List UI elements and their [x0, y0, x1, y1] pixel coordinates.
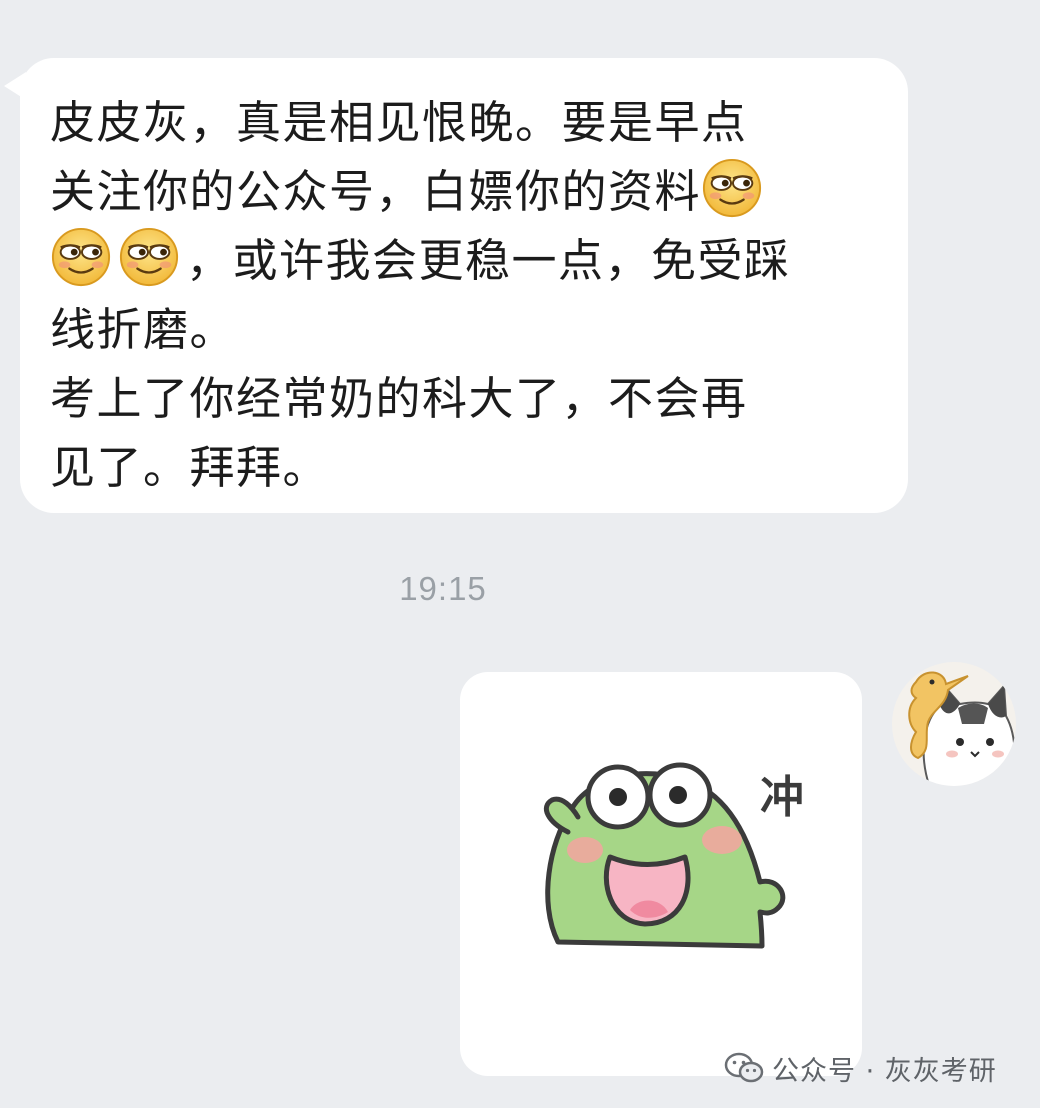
chat-window: 皮皮灰，真是相见恨晚。要是早点 关注你的公众号，白嫖你的资料 ，或许我会更稳一点… — [0, 0, 1040, 1108]
message-line: ，或许我会更稳一点，免受踩 — [186, 234, 791, 287]
cat-avatar-icon[interactable] — [888, 658, 1020, 790]
message-line: 皮皮灰，真是相见恨晚。要是早点 — [50, 96, 748, 149]
message-timestamp: 19:15 — [399, 570, 487, 607]
outgoing-sticker-bubble[interactable]: 冲 — [460, 672, 862, 1076]
watermark-text: 公众号 · 灰灰考研 — [772, 1055, 997, 1087]
watermark: 公众号 · 灰灰考研 — [724, 1046, 997, 1090]
message-line: 线折磨。 — [50, 303, 237, 356]
smirk-emoji-icon — [50, 226, 112, 288]
frog-sticker-icon: 冲 — [544, 762, 804, 949]
incoming-message-text: 皮皮灰，真是相见恨晚。要是早点 关注你的公众号，白嫖你的资料 ，或许我会更稳一点… — [50, 88, 878, 502]
wechat-logo-icon — [724, 1052, 764, 1083]
sticker-caption: 冲 — [760, 772, 804, 823]
message-line: 见了。拜拜。 — [50, 441, 330, 494]
smirk-emoji-icon — [118, 226, 180, 288]
message-line: 考上了你经常奶的科大了，不会再 — [50, 372, 748, 425]
smirk-emoji-icon — [701, 157, 763, 219]
incoming-message-bubble[interactable]: 皮皮灰，真是相见恨晚。要是早点 关注你的公众号，白嫖你的资料 ，或许我会更稳一点… — [20, 58, 908, 513]
message-line: 关注你的公众号，白嫖你的资料 — [50, 165, 702, 218]
